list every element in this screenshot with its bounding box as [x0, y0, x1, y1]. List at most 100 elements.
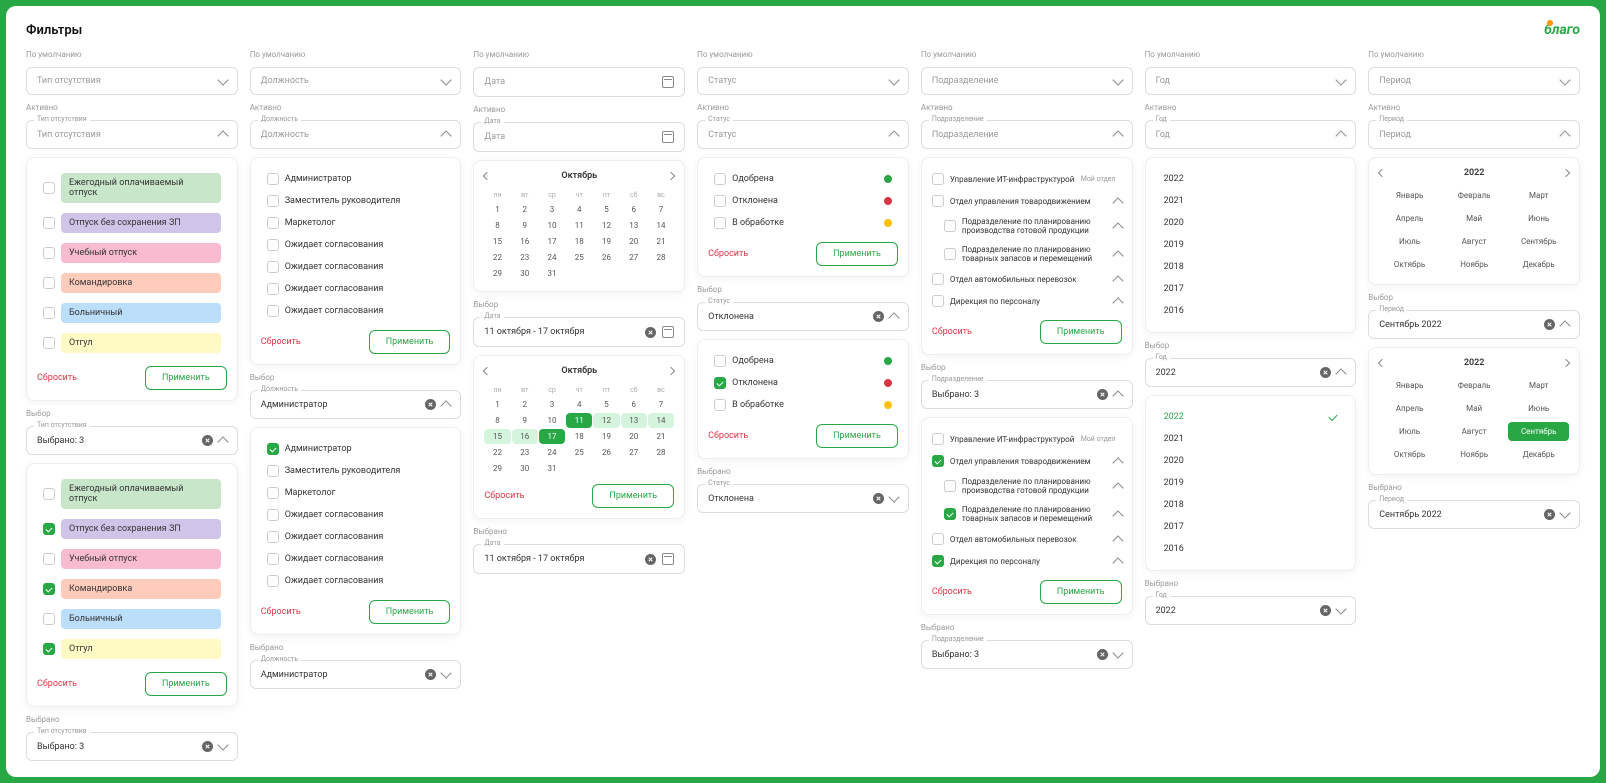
calendar-day[interactable]: 7 [648, 202, 674, 217]
status-option[interactable]: Отклонена [708, 372, 898, 394]
calendar-day[interactable]: 4 [566, 397, 592, 412]
checkbox[interactable] [267, 575, 279, 587]
reset-link[interactable]: Сбросить [708, 431, 748, 441]
calendar-day[interactable]: 10 [539, 413, 565, 428]
month-option[interactable]: Июнь [1508, 399, 1569, 418]
role-option[interactable]: Ожидает согласования [261, 300, 451, 322]
year-option[interactable]: 2021 [1156, 190, 1346, 212]
checkbox[interactable] [43, 217, 55, 229]
calendar-day[interactable]: 19 [593, 234, 619, 249]
month-option[interactable]: Июнь [1508, 209, 1569, 228]
calendar-day[interactable]: 17 [539, 234, 565, 249]
year-option[interactable]: 2018 [1156, 494, 1346, 516]
calendar-day[interactable]: 30 [512, 266, 538, 281]
checkbox[interactable] [932, 455, 944, 467]
month-option[interactable]: Декабрь [1508, 445, 1569, 464]
dept-option[interactable]: Дирекция по персоналу [932, 550, 1122, 572]
month-option[interactable]: Февраль [1444, 186, 1505, 205]
absence-option[interactable]: Больничный [37, 298, 227, 328]
calendar-day[interactable]: 19 [593, 429, 619, 444]
month-option[interactable]: Сентябрь [1508, 422, 1569, 441]
year-select[interactable]: Год [1145, 67, 1357, 95]
year-option[interactable]: 2018 [1156, 256, 1346, 278]
absence-option[interactable]: Отпуск без сохранения ЗП [37, 208, 227, 238]
calendar-day[interactable]: 15 [484, 234, 510, 249]
checkbox[interactable] [714, 355, 726, 367]
absence-option[interactable]: Отпуск без сохранения ЗП [37, 514, 227, 544]
checkbox[interactable] [944, 248, 956, 260]
month-option[interactable]: Июль [1379, 232, 1440, 251]
role-option[interactable]: Заместитель руководителя [261, 190, 451, 212]
calendar-day[interactable]: 2 [512, 397, 538, 412]
year-option[interactable]: 2017 [1156, 516, 1346, 538]
clear-icon[interactable] [1544, 509, 1555, 520]
clear-icon[interactable] [1097, 389, 1108, 400]
month-option[interactable]: Октябрь [1379, 445, 1440, 464]
calendar-day[interactable]: 29 [484, 266, 510, 281]
checkbox[interactable] [267, 465, 279, 477]
checkbox[interactable] [267, 509, 279, 521]
period-select[interactable]: Период [1368, 120, 1580, 149]
reset-link[interactable]: Сбросить [37, 373, 77, 383]
prev-year-icon[interactable] [1378, 169, 1386, 177]
reset-link[interactable]: Сбросить [932, 587, 972, 597]
calendar-day[interactable]: 25 [566, 445, 592, 460]
checkbox[interactable] [932, 195, 944, 207]
year-option[interactable]: 2022 [1156, 168, 1346, 190]
clear-icon[interactable] [873, 311, 884, 322]
calendar-day[interactable]: 22 [484, 250, 510, 265]
date-select[interactable]: Дата [473, 122, 685, 152]
chevron-up-icon[interactable] [1112, 297, 1123, 308]
dept-option[interactable]: Отдел автомобильных перевозок [932, 268, 1122, 290]
calendar-day[interactable]: 26 [593, 250, 619, 265]
absence-option[interactable]: Командировка [37, 574, 227, 604]
checkbox[interactable] [43, 488, 55, 500]
calendar-day[interactable]: 12 [593, 413, 619, 428]
calendar-day[interactable]: 2 [512, 202, 538, 217]
status-option[interactable]: В обработке [708, 212, 898, 234]
apply-button[interactable]: Применить [369, 600, 451, 624]
calendar-day[interactable]: 5 [593, 202, 619, 217]
calendar-day[interactable]: 14 [648, 413, 674, 428]
month-option[interactable]: Май [1444, 399, 1505, 418]
calendar-day[interactable]: 21 [648, 429, 674, 444]
chevron-up-icon[interactable] [1112, 482, 1123, 493]
calendar-day[interactable]: 16 [512, 429, 538, 444]
month-option[interactable]: Февраль [1444, 376, 1505, 395]
calendar-day[interactable]: 11 [566, 218, 592, 233]
calendar-day[interactable]: 8 [484, 218, 510, 233]
checkbox[interactable] [43, 307, 55, 319]
calendar-day[interactable]: 23 [512, 250, 538, 265]
checkbox[interactable] [43, 553, 55, 565]
calendar-day[interactable]: 25 [566, 250, 592, 265]
checkbox[interactable] [932, 273, 944, 285]
absence-option[interactable]: Ежегодный оплачиваемый отпуск [37, 168, 227, 208]
month-option[interactable]: Март [1508, 186, 1569, 205]
checkbox[interactable] [944, 220, 956, 232]
month-option[interactable]: Январь [1379, 186, 1440, 205]
reset-link[interactable]: Сбросить [261, 607, 301, 617]
checkbox[interactable] [267, 443, 279, 455]
date-select[interactable]: Дата [473, 67, 685, 97]
checkbox[interactable] [43, 643, 55, 655]
month-option[interactable]: Июль [1379, 422, 1440, 441]
year-option[interactable]: 2022 [1156, 406, 1346, 428]
checkbox[interactable] [267, 487, 279, 499]
calendar-day[interactable]: 31 [539, 266, 565, 281]
absence-option[interactable]: Отгул [37, 328, 227, 358]
status-select[interactable]: Статус [697, 120, 909, 149]
checkbox[interactable] [267, 217, 279, 229]
checkbox[interactable] [43, 277, 55, 289]
role-select[interactable]: Должность [250, 67, 462, 95]
absence-type-select[interactable]: Тип отсутствия [26, 120, 238, 149]
checkbox[interactable] [267, 195, 279, 207]
calendar-day[interactable]: 3 [539, 397, 565, 412]
checkbox[interactable] [714, 195, 726, 207]
chevron-up-icon[interactable] [1112, 557, 1123, 568]
calendar-day[interactable]: 18 [566, 234, 592, 249]
status-select[interactable]: Статус [697, 67, 909, 95]
month-option[interactable]: Апрель [1379, 209, 1440, 228]
year-select[interactable]: 2022 [1145, 596, 1357, 625]
calendar-day[interactable]: 24 [539, 445, 565, 460]
date-select[interactable]: 11 октября - 17 октября [473, 317, 685, 347]
